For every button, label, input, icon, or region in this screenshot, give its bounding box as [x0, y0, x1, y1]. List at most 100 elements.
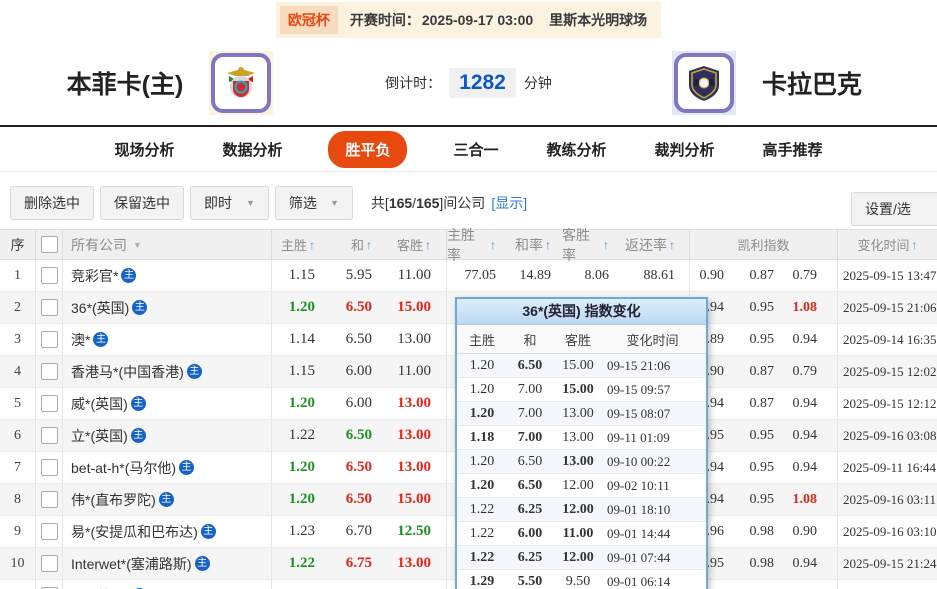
delete-selected-button[interactable]: 删除选中 — [10, 186, 94, 220]
company-name[interactable]: Interwet*(塞浦路斯) 主 — [63, 548, 272, 579]
row-checkbox[interactable] — [41, 331, 58, 348]
row-checkbox[interactable] — [41, 395, 58, 412]
keep-selected-button[interactable]: 保留选中 — [100, 186, 184, 220]
sort-asc-icon: ↑ — [425, 238, 431, 252]
draw-odds-value: 6.50 — [330, 484, 387, 515]
row-checkbox[interactable] — [41, 299, 58, 316]
row-index: 6 — [0, 420, 36, 451]
row-index: 5 — [0, 388, 36, 419]
popup-draw-odds: 7.00 — [507, 430, 553, 446]
select-all-checkbox[interactable] — [41, 236, 58, 253]
kelly-away-value: 0.94 — [790, 388, 838, 419]
change-time-value: 2025-09-15 12:02 — [838, 356, 937, 387]
home-odds-value: 1.15 — [272, 356, 330, 387]
popup-header-away: 客胜 — [553, 330, 603, 349]
chevron-down-icon: ▼ — [330, 198, 339, 208]
tab-win-draw-lose[interactable]: 胜平负 — [328, 131, 407, 168]
row-checkbox[interactable] — [41, 555, 58, 572]
company-name[interactable]: bet-at-h*(马尔他) 主 — [63, 452, 272, 483]
header-change-time-label: 变化时间 — [857, 235, 909, 254]
home-odds-value: 1.20 — [272, 388, 330, 419]
show-link[interactable]: [显示] — [491, 193, 527, 213]
company-name-label: 威*(英国) — [71, 394, 128, 414]
company-name[interactable]: 威*(英国) 主 — [63, 388, 272, 419]
instant-dropdown[interactable]: 即时 ▼ — [190, 186, 269, 220]
company-count-shown: 165 — [389, 195, 412, 211]
header-company[interactable]: 所有公司 ▼ — [63, 230, 272, 259]
row-checkbox[interactable] — [41, 427, 58, 444]
filter-dropdown-label: 筛选 — [289, 193, 317, 213]
kelly-away-value: 0.94 — [790, 452, 838, 483]
company-name[interactable]: 10*(英国) 主 — [63, 580, 272, 589]
row-checkbox[interactable] — [41, 363, 58, 380]
kelly-away-value: 1.08 — [790, 292, 838, 323]
row-checkbox-cell — [36, 292, 63, 323]
home-odds-value: 1.23 — [272, 516, 330, 547]
draw-odds-value: 5.95 — [330, 260, 387, 291]
popup-away-odds: 13.00 — [553, 406, 603, 422]
change-time-value: 2025-09-15 21:06 — [838, 292, 937, 323]
header-seq: 序 — [0, 230, 36, 259]
tab-coach-analysis[interactable]: 教练分析 — [545, 131, 609, 168]
row-checkbox[interactable] — [41, 523, 58, 540]
tab-scene-analysis[interactable]: 现场分析 — [112, 131, 176, 168]
home-badge-icon: 主 — [179, 460, 194, 475]
tab-referee-analysis[interactable]: 裁判分析 — [653, 131, 717, 168]
company-name[interactable]: 立*(英国) 主 — [63, 420, 272, 451]
away-rate-value: 8.06 — [562, 260, 620, 291]
row-checkbox[interactable] — [41, 459, 58, 476]
company-count: 共[165/165]间公司 — [371, 193, 485, 213]
header-home-rate[interactable]: 主胜率 ↑ — [447, 230, 507, 259]
header-away-rate[interactable]: 客胜率 ↑ — [562, 230, 620, 259]
filter-dropdown[interactable]: 筛选 ▼ — [275, 186, 353, 220]
sort-asc-icon: ↑ — [309, 238, 315, 252]
table-row: 1 竞彩官* 主 1.15 5.95 11.00 77.05 14.89 8.0… — [0, 260, 937, 292]
row-checkbox[interactable] — [41, 267, 58, 284]
header-home-odds[interactable]: 主胜 ↑ — [272, 230, 330, 259]
settings-button[interactable]: 设置/选 — [851, 192, 937, 226]
chevron-down-icon: ▼ — [133, 240, 142, 250]
kelly-draw-value: 0.98 — [740, 516, 790, 547]
home-odds-value: 1.15 — [272, 260, 330, 291]
row-checkbox-cell — [36, 580, 63, 589]
tab-expert-picks[interactable]: 高手推荐 — [761, 131, 825, 168]
kelly-away-value: 1.08 — [790, 484, 838, 515]
popup-home-odds: 1.29 — [457, 574, 507, 589]
kelly-draw-value: 0.87 — [740, 260, 790, 291]
row-checkbox[interactable] — [41, 491, 58, 508]
company-name[interactable]: 易*(安提瓜和巴布达) 主 — [63, 516, 272, 547]
home-odds-value: 1.20 — [272, 292, 330, 323]
header-change-time[interactable]: 变化时间 ↑ — [838, 230, 937, 259]
popup-header: 主胜 和 客胜 变化时间 — [457, 325, 706, 354]
company-name-label: 36*(英国) — [71, 298, 129, 318]
header-away-odds[interactable]: 客胜 ↑ — [387, 230, 447, 259]
tab-three-in-one[interactable]: 三合一 — [451, 131, 500, 168]
header-return-rate[interactable]: 返还率 ↑ — [620, 230, 690, 259]
analysis-nav: 现场分析 数据分析 胜平负 三合一 教练分析 裁判分析 高手推荐 — [0, 127, 937, 172]
away-odds-value: 13.00 — [387, 580, 447, 589]
home-rate-value: 77.05 — [447, 260, 507, 291]
popup-change-time: 09-15 21:06 — [603, 358, 702, 374]
company-count-prefix: 共[ — [371, 195, 389, 211]
tab-data-analysis[interactable]: 数据分析 — [220, 131, 284, 168]
company-name[interactable]: 澳* 主 — [63, 324, 272, 355]
company-name[interactable]: 伟*(直布罗陀) 主 — [63, 484, 272, 515]
header-draw-rate[interactable]: 和率 ↑ — [507, 230, 562, 259]
sort-asc-icon: ↑ — [545, 238, 551, 252]
return-rate-value: 88.61 — [620, 260, 690, 291]
row-checkbox-cell — [36, 260, 63, 291]
venue: 里斯本光明球场 — [549, 10, 647, 30]
row-checkbox-cell — [36, 356, 63, 387]
popup-change-time: 09-15 08:07 — [603, 406, 702, 422]
company-name[interactable]: 香港马*(中国香港) 主 — [63, 356, 272, 387]
header-draw-odds[interactable]: 和 ↑ — [330, 230, 387, 259]
company-name[interactable]: 36*(英国) 主 — [63, 292, 272, 323]
kelly-draw-value: 0.95 — [740, 324, 790, 355]
row-index: 11 — [0, 580, 36, 589]
kelly-away-value: 0.79 — [790, 260, 838, 291]
away-odds-value: 15.00 — [387, 484, 447, 515]
popup-draw-odds: 6.25 — [507, 502, 553, 518]
popup-away-odds: 11.00 — [553, 526, 603, 542]
home-badge-icon: 主 — [195, 556, 210, 571]
company-name[interactable]: 竞彩官* 主 — [63, 260, 272, 291]
